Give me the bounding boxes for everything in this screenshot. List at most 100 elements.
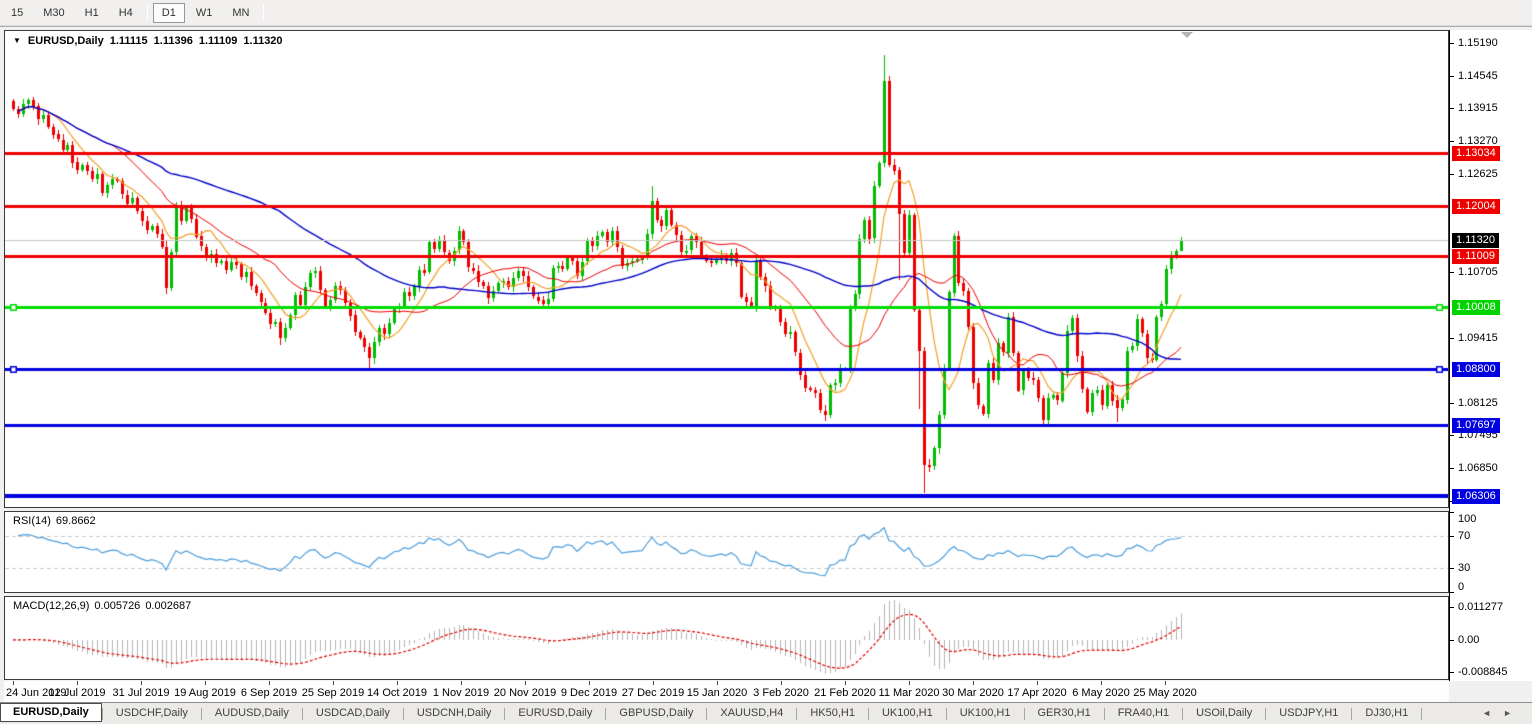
symbol-dropdown-icon[interactable]: ▼ [13,36,21,45]
date-axis-label: 17 Apr 2020 [1007,687,1066,699]
tab-ger30-h1[interactable]: GER30,H1 [1025,704,1104,723]
tab-fra40-h1[interactable]: FRA40,H1 [1105,704,1182,723]
axis-tick-mark [1450,76,1454,77]
chart-shift-marker[interactable] [1181,32,1193,38]
rsi-indicator-panel: RSI(14)69.8662 [4,511,1449,593]
tab-eurusd-daily[interactable]: EURUSD,Daily [505,704,605,723]
axis-tick-mark [1101,681,1102,685]
tab-gbpusd-daily[interactable]: GBPUSD,Daily [606,704,706,723]
chart-header: ▼EURUSD,Daily1.111151.113961.111091.1132… [13,35,283,47]
price-axis-tick-label: 1.09415 [1458,332,1498,344]
chart-tab-bar: EURUSD,DailyUSDCHF,DailyAUDUSD,DailyUSDC… [0,702,1532,724]
price-axis-tick-label: 1.13915 [1458,102,1498,114]
macd-main-value: 0.005726 [94,600,140,612]
macd-canvas[interactable] [5,597,1448,679]
indicator-axis-label: 30 [1458,562,1470,574]
timeframe-button-d1[interactable]: D1 [153,3,185,23]
macd-indicator-panel: MACD(12,26,9)0.0057260.002687 [4,596,1449,680]
price-level-label: 1.12004 [1452,199,1500,214]
indicator-axis-label: 100 [1458,513,1476,525]
ohlc-low: 1.11109 [199,35,238,47]
tab-usdchf-daily[interactable]: USDCHF,Daily [103,704,201,723]
timeframe-button-m30[interactable]: M30 [34,3,73,23]
price-axis-tick-label: 1.10705 [1458,266,1498,278]
indicator-axis-label: 70 [1458,530,1470,542]
axis-tick-mark [141,681,142,685]
axis-tick-mark [1450,141,1454,142]
timeframe-button-w1[interactable]: W1 [187,3,222,23]
date-axis-label: 31 Jul 2019 [113,687,170,699]
axis-tick-mark [1450,468,1454,469]
price-axis-tick-label: 1.14545 [1458,70,1498,82]
axis-tick-mark [973,681,974,685]
indicator-axis-label: 0 [1458,581,1464,593]
axis-tick-mark [781,681,782,685]
tab-usdcad-daily[interactable]: USDCAD,Daily [303,704,403,723]
price-axis[interactable]: 1.151901.145451.139151.132701.126251.107… [1449,30,1532,681]
tab-scroll-left-icon[interactable]: ◄ [1482,708,1503,718]
axis-tick-mark [845,681,846,685]
tab-audusd-daily[interactable]: AUDUSD,Daily [202,704,302,723]
axis-tick-mark [461,681,462,685]
time-axis[interactable]: 24 Jun 201912 Jul 201931 Jul 201919 Aug … [4,681,1449,703]
price-axis-tick-label: 1.08125 [1458,397,1498,409]
axis-tick-mark [1450,672,1454,673]
date-axis-label: 25 May 2020 [1133,687,1197,699]
date-axis-label: 21 Feb 2020 [814,687,876,699]
axis-tick-mark [717,681,718,685]
tab-dj30-h1[interactable]: DJ30,H1 [1352,704,1421,723]
axis-tick-mark [1450,435,1454,436]
rsi-label-row: RSI(14)69.8662 [13,515,101,527]
tab-usoil-daily[interactable]: USOil,Daily [1183,704,1265,723]
tab-usdcnh-daily[interactable]: USDCNH,Daily [404,704,505,723]
ohlc-close: 1.11320 [243,35,282,47]
date-axis-label: 1 Nov 2019 [433,687,489,699]
chart-symbol-label: EURUSD,Daily [28,35,104,47]
axis-tick-mark [1450,43,1454,44]
date-axis-label: 20 Nov 2019 [494,687,556,699]
axis-tick-mark [589,681,590,685]
tab-scroll-right-icon[interactable]: ► [1503,708,1524,718]
tab-separator [1421,708,1422,720]
ohlc-open: 1.11115 [110,35,148,47]
rsi-canvas[interactable] [5,512,1448,592]
price-level-label: 1.07697 [1452,418,1500,433]
tab-xauusd-h4[interactable]: XAUUSD,H4 [707,704,796,723]
tab-scroll-arrows[interactable]: ◄► [1482,708,1524,718]
price-chart-canvas[interactable] [5,31,1448,507]
axis-tick-mark [1450,108,1454,109]
toolbar-separator [263,4,264,21]
chart-window: ▼EURUSD,Daily1.111151.113961.111091.1132… [0,26,1532,702]
timeframe-button-h1[interactable]: H1 [76,3,108,23]
indicator-axis-label: 0.00 [1458,634,1479,646]
tab-eurusd-daily[interactable]: EURUSD,Daily [0,703,102,722]
axis-tick-mark [269,681,270,685]
tab-uk100-h1[interactable]: UK100,H1 [869,704,946,723]
tab-hk50-h1[interactable]: HK50,H1 [797,704,868,723]
date-axis-label: 14 Oct 2019 [367,687,427,699]
macd-label-row: MACD(12,26,9)0.0057260.002687 [13,600,196,612]
axis-tick-mark [1450,640,1454,641]
axis-tick-mark [909,681,910,685]
tab-uk100-h1[interactable]: UK100,H1 [947,704,1024,723]
timeframe-button-h4[interactable]: H4 [110,3,142,23]
axis-tick-mark [1450,607,1454,608]
rsi-label: RSI(14) [13,515,51,527]
tab-usdjpy-h1[interactable]: USDJPY,H1 [1266,704,1351,723]
toolbar-separator [147,4,148,21]
date-axis-label: 30 Mar 2020 [942,687,1004,699]
price-level-label: 1.06306 [1452,489,1500,504]
date-axis-label: 25 Sep 2019 [302,687,364,699]
macd-signal-value: 0.002687 [145,600,191,612]
price-axis-tick-label: 1.12625 [1458,168,1498,180]
timeframe-button-15[interactable]: 15 [2,3,32,23]
date-axis-label: 15 Jan 2020 [687,687,748,699]
axis-tick-mark [1450,592,1454,593]
timeframe-button-mn[interactable]: MN [223,3,258,23]
axis-tick-mark [1450,536,1454,537]
price-level-label: 1.10008 [1452,300,1500,315]
price-axis-tick-label: 1.06850 [1458,462,1498,474]
price-axis-tick-label: 1.15190 [1458,37,1498,49]
axis-tick-mark [1450,338,1454,339]
date-axis-label: 27 Dec 2019 [622,687,684,699]
